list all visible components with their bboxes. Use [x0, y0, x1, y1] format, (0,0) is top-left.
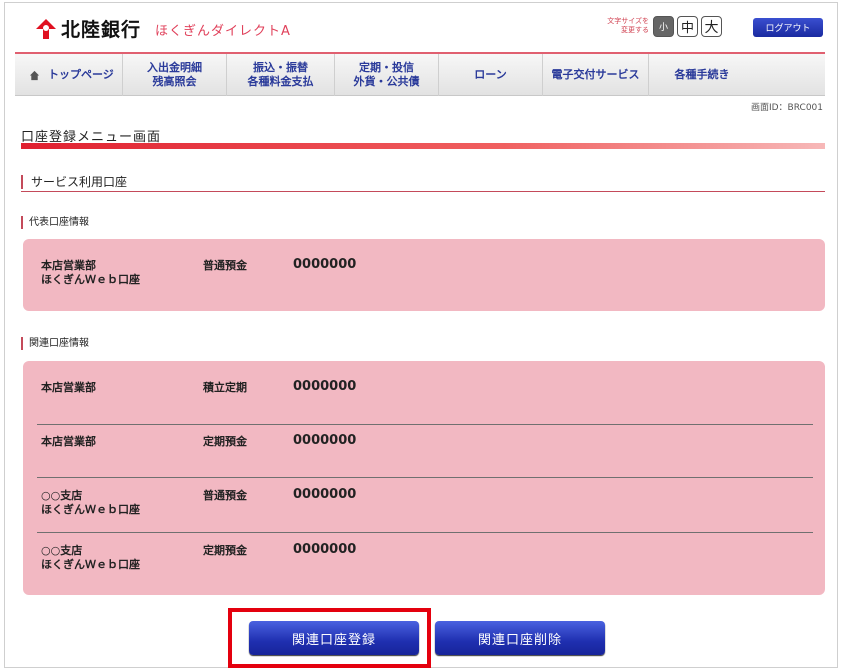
related-account-panel: 本店営業部 積立定期 0000000 本店営業部 定期預金 0000000 ○○… — [23, 361, 825, 595]
font-size-large-button[interactable]: 大 — [701, 16, 722, 37]
nav-item-transfer-line1: 振込・振替 — [253, 61, 308, 74]
home-icon — [29, 70, 40, 80]
font-size-label: 文字サイズを 変更する — [593, 17, 649, 35]
related-row-1-branch: 本店営業部 — [41, 381, 96, 395]
rep-branch-name: 本店営業部 — [41, 259, 96, 272]
related-account-heading: 関連口座情報 — [21, 337, 89, 350]
related-row-3-sub: ほくぎんＷｅｂ口座 — [41, 503, 140, 516]
nav-item-deposit-line1: 定期・投信 — [359, 61, 414, 74]
related-row-3-branch: ○○支店 ほくぎんＷｅｂ口座 — [41, 489, 140, 517]
representative-account-panel: 本店営業部 ほくぎんＷｅｂ口座 普通預金 0000000 — [23, 239, 825, 311]
title-underline-bar — [21, 143, 825, 149]
delete-related-account-button[interactable]: 関連口座削除 — [435, 621, 605, 655]
screen-id: 画面ID：BRC001 — [750, 103, 823, 113]
register-related-account-button[interactable]: 関連口座登録 — [249, 621, 419, 655]
global-nav: トップページ 入出金明細 残高照会 振込・振替 各種料金支払 定期・投信 外貨・… — [15, 54, 825, 96]
bank-logo[interactable]: 北陸銀行 — [35, 15, 141, 42]
related-row-4-branch: ○○支店 ほくぎんＷｅｂ口座 — [41, 544, 140, 572]
related-row-1-branch-name: 本店営業部 — [41, 381, 96, 394]
nav-item-loan[interactable]: ローン — [439, 54, 543, 96]
section-title: サービス利用口座 — [21, 175, 127, 189]
font-size-label-line2: 変更する — [621, 26, 649, 34]
nav-item-transfer-payment[interactable]: 振込・振替 各種料金支払 — [227, 54, 335, 96]
row-divider — [37, 477, 813, 478]
nav-item-deposit-investment[interactable]: 定期・投信 外貨・公共債 — [335, 54, 439, 96]
header: 北陸銀行 ほくぎんダイレクトA 文字サイズを 変更する 小 中 大 ログアウト — [5, 3, 837, 53]
rep-branch: 本店営業部 ほくぎんＷｅｂ口座 — [41, 259, 140, 287]
nav-item-transfer-line2: 各種料金支払 — [247, 75, 314, 88]
related-row-4-number: 0000000 — [293, 542, 357, 557]
related-row-1-type: 積立定期 — [203, 381, 247, 394]
bank-logo-icon — [35, 18, 57, 40]
nav-item-deposit-line2: 外貨・公共債 — [353, 75, 420, 88]
font-size-small-button[interactable]: 小 — [653, 16, 674, 37]
nav-item-top-page-label: トップページ — [48, 68, 114, 81]
nav-item-statement-balance[interactable]: 入出金明細 残高照会 — [123, 54, 227, 96]
related-row-3-type: 普通預金 — [203, 489, 247, 502]
representative-account-heading: 代表口座情報 — [21, 216, 89, 229]
section-underline — [21, 191, 825, 192]
font-size-medium-button[interactable]: 中 — [677, 16, 698, 37]
related-row-3-branch-name: ○○支店 — [41, 489, 83, 502]
rep-account-type: 普通預金 — [203, 259, 247, 272]
rep-account-number: 0000000 — [293, 257, 357, 272]
related-row-2-number: 0000000 — [293, 433, 357, 448]
related-row-4-branch-name: ○○支店 — [41, 544, 83, 557]
nav-item-e-delivery[interactable]: 電子交付サービス — [543, 54, 649, 96]
logout-button[interactable]: ログアウト — [753, 18, 823, 37]
related-row-2-branch: 本店営業部 — [41, 435, 96, 449]
related-row-3-number: 0000000 — [293, 487, 357, 502]
related-row-1-number: 0000000 — [293, 379, 357, 394]
related-row-2-type: 定期預金 — [203, 435, 247, 448]
nav-item-procedures[interactable]: 各種手続き — [649, 54, 755, 96]
nav-item-top-page[interactable]: トップページ — [15, 54, 123, 96]
nav-item-statement-line2: 残高照会 — [152, 75, 197, 88]
font-size-label-line1: 文字サイズを — [607, 17, 649, 25]
bank-name: 北陸銀行 — [61, 19, 142, 41]
related-row-2-branch-name: 本店営業部 — [41, 435, 96, 448]
rep-account-sub: ほくぎんＷｅｂ口座 — [41, 273, 140, 286]
page-frame: 北陸銀行 ほくぎんダイレクトA 文字サイズを 変更する 小 中 大 ログアウト … — [4, 2, 838, 668]
related-row-4-sub: ほくぎんＷｅｂ口座 — [41, 558, 140, 571]
service-name: ほくぎんダイレクトA — [155, 24, 291, 39]
row-divider — [37, 532, 813, 533]
nav-item-statement-line1: 入出金明細 — [147, 61, 202, 74]
related-row-4-type: 定期預金 — [203, 544, 247, 557]
row-divider — [37, 424, 813, 425]
